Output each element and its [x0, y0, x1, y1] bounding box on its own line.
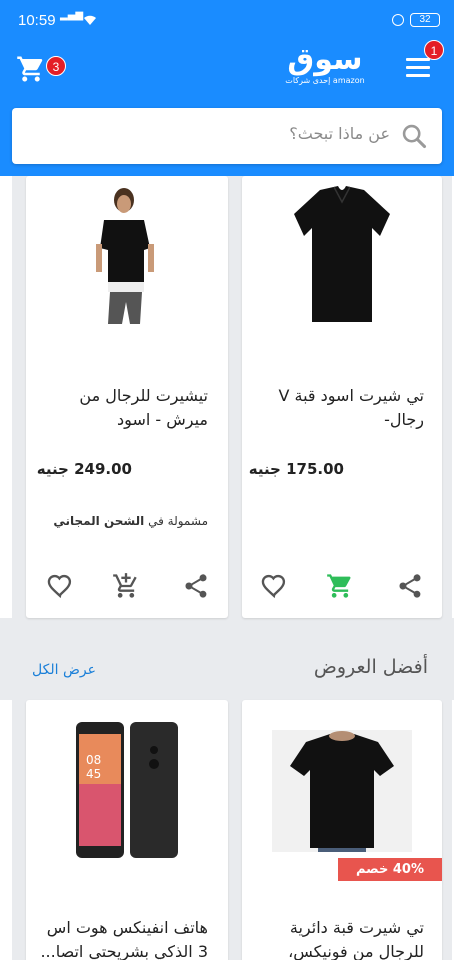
app-header: 3 سوق إحدى شركات amazon 1 عن ماذا تبحث؟ [0, 38, 454, 176]
discount-badge: 40% خصم [337, 858, 442, 881]
section-title: أفضل العروض [313, 656, 428, 678]
svg-text:45: 45 [86, 767, 101, 781]
free-shipping-label: الشحن المجاني [53, 514, 145, 528]
wifi-icon [84, 15, 96, 25]
product-card-partial[interactable] [0, 700, 12, 960]
cart-button[interactable]: 3 [16, 54, 66, 84]
product-image [272, 730, 412, 852]
shipping-note: مشمولة في الشحن المجاني [53, 514, 208, 528]
logo-subtext: إحدى شركات amazon [285, 76, 365, 85]
product-title[interactable]: هاتف انفينكس هوت اس 3 الذكي بشريحتي اتصا… [38, 916, 208, 960]
product-price: 249.00 جنيه [36, 460, 132, 478]
product-title[interactable]: تي شيرت قبة دائرية للرجال من فونيكس، اس.… [254, 916, 424, 960]
add-to-cart-icon[interactable] [112, 572, 140, 600]
battery-indicator: 32 [410, 13, 440, 27]
menu-count-badge: 1 [424, 40, 444, 60]
souq-logo[interactable]: سوق إحدى شركات amazon [280, 44, 370, 94]
product-card[interactable]: 40% خصم تي شيرت قبة دائرية للرجال من فون… [242, 700, 442, 960]
product-image [96, 188, 154, 324]
cart-icon[interactable] [326, 572, 354, 600]
search-icon [402, 124, 427, 149]
product-title[interactable]: تيشيرت للرجال من ميرش - اسود [38, 384, 208, 432]
signal-icon: ▂▄▆ [60, 10, 84, 21]
logo-text: سوق [287, 42, 363, 77]
share-icon[interactable] [396, 572, 424, 600]
product-card[interactable]: 08 45 هاتف انفينكس هوت اس 3 الذكي بشريحت… [26, 700, 228, 960]
status-bar: 10:59 ▂▄▆ 32 [0, 0, 454, 38]
lock-icon [392, 14, 404, 26]
product-price: 175.00 جنيه [248, 460, 344, 478]
view-all-link[interactable]: عرض الكل [32, 662, 96, 678]
svg-text:08: 08 [86, 753, 101, 767]
cart-count-badge: 3 [46, 56, 66, 76]
product-card[interactable]: تي شيرت اسود قبة V رجال- 175.00 جنيه [242, 176, 442, 618]
product-image [294, 186, 390, 322]
status-time: 10:59 [18, 12, 56, 29]
cart-icon [17, 56, 43, 82]
product-title[interactable]: تي شيرت اسود قبة V رجال- [254, 384, 424, 432]
heart-icon[interactable] [260, 572, 288, 600]
product-card-partial[interactable] [0, 176, 12, 618]
search-placeholder: عن ماذا تبحث؟ [289, 124, 390, 143]
menu-button[interactable] [406, 58, 430, 78]
share-icon[interactable] [182, 572, 210, 600]
menu-icon [406, 58, 430, 61]
search-input[interactable]: عن ماذا تبحث؟ [12, 108, 442, 164]
product-image: 08 45 [76, 722, 178, 858]
heart-icon[interactable] [46, 572, 74, 600]
product-card[interactable]: تيشيرت للرجال من ميرش - اسود 249.00 جنيه… [26, 176, 228, 618]
